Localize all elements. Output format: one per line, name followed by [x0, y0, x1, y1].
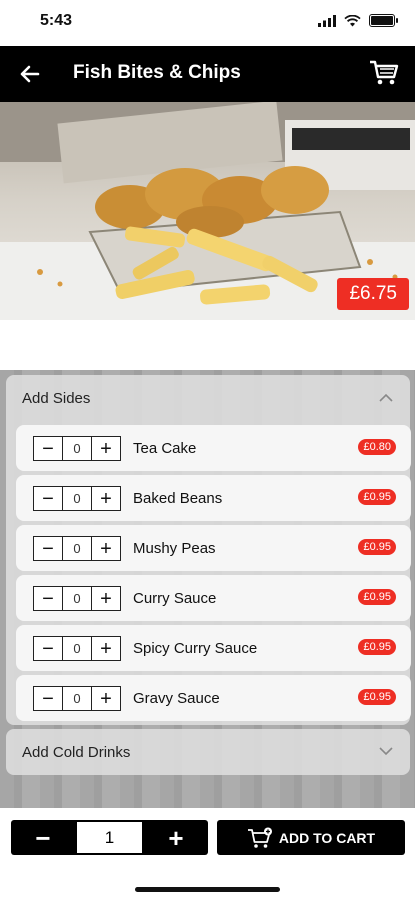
increment-button[interactable]: + — [91, 487, 120, 510]
status-bar: 5:43 — [0, 0, 415, 46]
side-item-curry-sauce: − 0 + Curry Sauce £0.95 — [16, 575, 411, 621]
quantity-stepper: − 0 + — [33, 436, 121, 461]
side-item-spicy-curry-sauce: − 0 + Spicy Curry Sauce £0.95 — [16, 625, 411, 671]
home-indicator — [135, 887, 280, 892]
cart-button[interactable] — [367, 56, 401, 90]
add-to-cart-button[interactable]: ADD TO CART — [217, 820, 405, 855]
quantity-value: 0 — [73, 541, 81, 556]
side-item-price: £0.95 — [358, 689, 396, 705]
panel-title: Add Cold Drinks — [22, 744, 131, 761]
increment-button[interactable]: + — [91, 587, 120, 610]
wifi-icon — [344, 14, 361, 26]
price-badge: £6.75 — [337, 278, 409, 310]
order-quantity-stepper: − 1 + — [11, 820, 208, 855]
quantity-stepper: − 0 + — [33, 586, 121, 611]
add-to-cart-label: ADD TO CART — [278, 829, 376, 846]
side-item-price: £0.95 — [358, 539, 396, 555]
increment-button[interactable]: + — [91, 687, 120, 710]
decrement-button[interactable]: − — [34, 637, 63, 660]
add-cold-drinks-panel[interactable]: Add Cold Drinks — [6, 729, 410, 775]
side-item-gravy-sauce: − 0 + Gravy Sauce £0.95 — [16, 675, 411, 721]
panel-title: Add Sides — [22, 390, 91, 407]
quantity-increment-button[interactable]: + — [144, 820, 208, 855]
product-image: £6.75 — [0, 102, 415, 320]
page-title: Fish Bites & Chips — [73, 62, 241, 83]
quantity-stepper: − 0 + — [33, 486, 121, 511]
increment-button[interactable]: + — [91, 537, 120, 560]
quantity-decrement-button[interactable]: − — [11, 820, 75, 855]
side-item-name: Spicy Curry Sauce — [133, 640, 258, 657]
side-item-price: £0.95 — [358, 489, 396, 505]
increment-button[interactable]: + — [91, 637, 120, 660]
back-button[interactable] — [14, 58, 46, 90]
battery-icon — [369, 14, 398, 27]
bottom-bar: − 1 + ADD TO CART — [0, 808, 415, 900]
quantity-value: 0 — [73, 491, 81, 506]
side-item-price: £0.95 — [358, 639, 396, 655]
side-item-name: Curry Sauce — [133, 590, 217, 607]
decrement-button[interactable]: − — [34, 537, 63, 560]
cart-icon — [370, 60, 399, 85]
increment-button[interactable]: + — [91, 437, 120, 460]
status-time: 5:43 — [40, 12, 73, 29]
decrement-button[interactable]: − — [34, 687, 63, 710]
side-item-price: £0.95 — [358, 589, 396, 605]
quantity-stepper: − 0 + — [33, 536, 121, 561]
decrement-button[interactable]: − — [34, 587, 63, 610]
add-sides-panel: Add Sides − 0 + Tea Cake £0.80 − 0 + Bak… — [6, 375, 411, 725]
arrow-left-icon — [20, 65, 40, 83]
quantity-value[interactable]: 1 — [75, 820, 144, 855]
side-item-baked-beans: − 0 + Baked Beans £0.95 — [16, 475, 411, 521]
quantity-value: 0 — [73, 441, 81, 456]
quantity-stepper: − 0 + — [33, 636, 121, 661]
signal-icon — [318, 14, 336, 27]
cart-add-icon — [247, 827, 272, 848]
side-item-tea-cake: − 0 + Tea Cake £0.80 — [16, 425, 411, 471]
add-sides-header[interactable]: Add Sides — [6, 375, 410, 421]
side-item-name: Mushy Peas — [133, 540, 216, 557]
add-cold-drinks-header[interactable]: Add Cold Drinks — [6, 729, 410, 775]
side-item-mushy-peas: − 0 + Mushy Peas £0.95 — [16, 525, 411, 571]
decrement-button[interactable]: − — [34, 487, 63, 510]
chevron-up-icon — [378, 389, 394, 405]
app-header: Fish Bites & Chips — [0, 46, 415, 102]
chevron-down-icon — [378, 743, 394, 759]
quantity-value: 0 — [73, 591, 81, 606]
quantity-stepper: − 0 + — [33, 686, 121, 711]
side-item-price: £0.80 — [358, 439, 396, 455]
side-item-name: Gravy Sauce — [133, 690, 220, 707]
quantity-value: 0 — [73, 641, 81, 656]
side-item-name: Tea Cake — [133, 440, 197, 457]
status-icons — [318, 14, 398, 27]
decrement-button[interactable]: − — [34, 437, 63, 460]
quantity-value: 0 — [73, 691, 81, 706]
side-item-name: Baked Beans — [133, 490, 223, 507]
